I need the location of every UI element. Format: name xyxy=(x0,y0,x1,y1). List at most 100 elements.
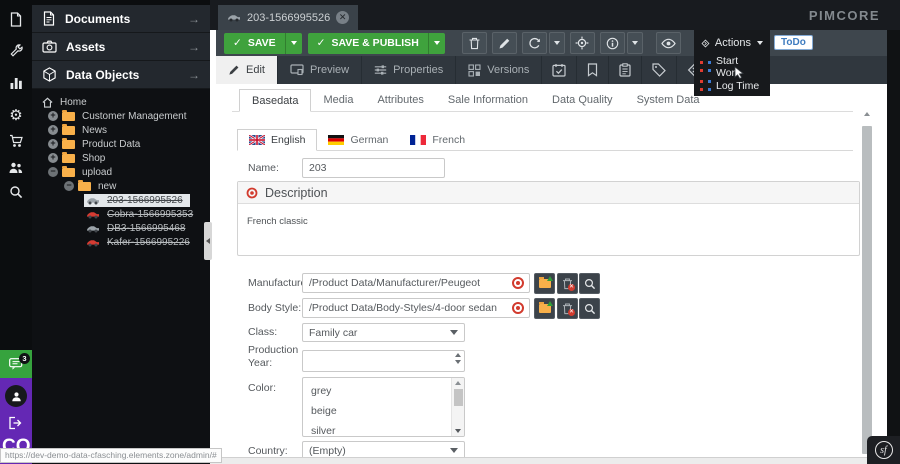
actions-dropdown-button[interactable]: Actions xyxy=(694,30,770,56)
tree-item-object[interactable]: Kafer-1566995226 xyxy=(32,235,210,249)
listbox-scrollbar[interactable] xyxy=(451,378,464,436)
open-object-tab[interactable]: 203-1566995526 ✕ xyxy=(218,5,358,30)
sidebar-section-documents[interactable]: Documents → xyxy=(32,5,210,33)
info-button[interactable] xyxy=(600,32,625,54)
pencil-icon xyxy=(498,37,511,50)
reload-button[interactable] xyxy=(522,32,547,54)
expand-icon[interactable]: + xyxy=(48,139,58,149)
scrollbar-thumb[interactable] xyxy=(454,389,463,406)
name-input[interactable]: 203 xyxy=(302,158,445,178)
settings-icon[interactable]: ⚙ xyxy=(0,102,32,128)
save-publish-button[interactable]: ✓SAVE & PUBLISH xyxy=(308,33,445,54)
reports-icon[interactable] xyxy=(0,70,32,96)
scroll-up-icon[interactable] xyxy=(455,381,461,385)
body-style-search-button[interactable] xyxy=(579,298,600,319)
body-style-input[interactable]: /Product Data/Body-Styles/4-door sedan xyxy=(302,298,530,318)
body-style-remove-button[interactable]: ✕ xyxy=(557,298,578,319)
tab-basedata[interactable]: Basedata xyxy=(239,89,311,112)
spin-up-icon[interactable] xyxy=(455,353,461,357)
body-style-open-button[interactable] xyxy=(534,298,555,319)
sidebar-section-assets[interactable]: Assets → xyxy=(32,33,210,61)
tab-bookmark[interactable] xyxy=(577,56,609,84)
production-year-spinner[interactable] xyxy=(302,350,465,372)
tab-properties[interactable]: Properties xyxy=(362,56,456,84)
tab-edit[interactable]: Edit xyxy=(216,56,278,84)
color-option[interactable]: silver xyxy=(303,421,464,437)
manufacturer-remove-button[interactable]: ✕ xyxy=(557,273,578,294)
tree-item-object[interactable]: Cobra-1566995353 xyxy=(32,207,210,221)
menu-item-log-time[interactable]: Log Time xyxy=(694,76,770,95)
expand-icon[interactable]: + xyxy=(48,153,58,163)
lang-tab-french[interactable]: French xyxy=(399,129,476,151)
tree-item-object-selected[interactable]: 203-1566995526 xyxy=(32,193,210,207)
class-select[interactable]: Family car xyxy=(302,323,465,342)
scroll-up-icon[interactable] xyxy=(864,112,870,116)
clipboard-icon xyxy=(619,63,631,77)
save-button[interactable]: ✓SAVE xyxy=(224,33,302,54)
manufacturer-input[interactable]: /Product Data/Manufacturer/Peugeot xyxy=(302,273,530,293)
documents-icon[interactable] xyxy=(0,6,32,32)
collapse-icon[interactable]: − xyxy=(48,167,58,177)
delete-button[interactable] xyxy=(462,32,487,54)
lang-tab-english[interactable]: English xyxy=(237,129,317,151)
tab-notes-events[interactable] xyxy=(609,56,642,84)
tree-item-object[interactable]: DB3-1566995468 xyxy=(32,221,210,235)
content-scrollbar[interactable] xyxy=(859,112,876,460)
tab-data-quality[interactable]: Data Quality xyxy=(540,89,625,112)
bookmark-icon xyxy=(587,63,598,77)
tools-icon[interactable] xyxy=(0,38,32,64)
tag-icon xyxy=(652,63,666,77)
tab-preview[interactable]: Preview xyxy=(278,56,362,84)
collapse-icon[interactable]: − xyxy=(64,181,74,191)
scrollbar-thumb[interactable] xyxy=(862,126,872,454)
production-year-label: Production Year: xyxy=(248,344,302,370)
save-publish-dropdown-caret[interactable] xyxy=(428,33,445,54)
manufacturer-open-button[interactable] xyxy=(534,273,555,294)
tree-item-folder[interactable]: + Customer Management xyxy=(32,109,210,123)
locate-in-tree-button[interactable] xyxy=(570,32,595,54)
user-avatar[interactable] xyxy=(5,385,27,407)
lang-tab-german[interactable]: German xyxy=(317,129,399,151)
description-text[interactable]: French classic xyxy=(238,204,859,239)
tab-attributes[interactable]: Attributes xyxy=(365,89,435,112)
logout-icon[interactable] xyxy=(8,416,23,430)
tab-scheduled-tasks[interactable] xyxy=(542,56,577,84)
sidebar-section-data-objects[interactable]: Data Objects → xyxy=(32,61,210,89)
symfony-profiler-button[interactable]: sf xyxy=(867,436,900,464)
tree-item-folder[interactable]: + Shop xyxy=(32,151,210,165)
symfony-logo: sf xyxy=(875,441,893,459)
open-preview-button[interactable] xyxy=(656,32,681,54)
expand-icon[interactable]: + xyxy=(48,125,58,135)
tab-versions[interactable]: Versions xyxy=(456,56,542,84)
menu-item-start-work[interactable]: Start Work xyxy=(694,57,770,76)
tree-item-folder[interactable]: − upload xyxy=(32,165,210,179)
color-multiselect[interactable]: grey beige silver xyxy=(302,377,465,437)
scroll-down-icon[interactable] xyxy=(455,429,461,433)
save-dropdown-caret[interactable] xyxy=(285,33,302,54)
folder-icon xyxy=(78,182,91,191)
users-icon[interactable] xyxy=(0,154,32,180)
rename-button[interactable] xyxy=(492,32,517,54)
tree-item-folder[interactable]: + Product Data xyxy=(32,137,210,151)
folder-open-icon xyxy=(539,304,551,313)
search-icon[interactable] xyxy=(0,179,32,205)
tab-media[interactable]: Media xyxy=(311,89,365,112)
notifications-button[interactable]: 3 xyxy=(0,350,32,378)
ecommerce-cart-icon[interactable] xyxy=(0,128,32,154)
notification-count-badge: 3 xyxy=(19,353,30,364)
info-dropdown-caret[interactable] xyxy=(627,32,643,54)
spin-down-icon[interactable] xyxy=(455,360,461,364)
tab-sale-information[interactable]: Sale Information xyxy=(436,89,540,112)
sidebar-collapse-handle[interactable] xyxy=(204,222,212,260)
tree-item-folder[interactable]: − new xyxy=(32,179,210,193)
actions-menu: Start Work Log Time xyxy=(694,56,770,96)
color-option[interactable]: beige xyxy=(303,401,464,421)
color-option[interactable]: grey xyxy=(303,381,464,401)
reload-dropdown-caret[interactable] xyxy=(549,32,565,54)
tree-item-folder[interactable]: + News xyxy=(32,123,210,137)
tab-tags[interactable] xyxy=(642,56,677,84)
manufacturer-search-button[interactable] xyxy=(579,273,600,294)
tree-item-home[interactable]: Home xyxy=(32,95,210,109)
expand-icon[interactable]: + xyxy=(48,111,58,121)
close-icon[interactable]: ✕ xyxy=(336,11,349,24)
